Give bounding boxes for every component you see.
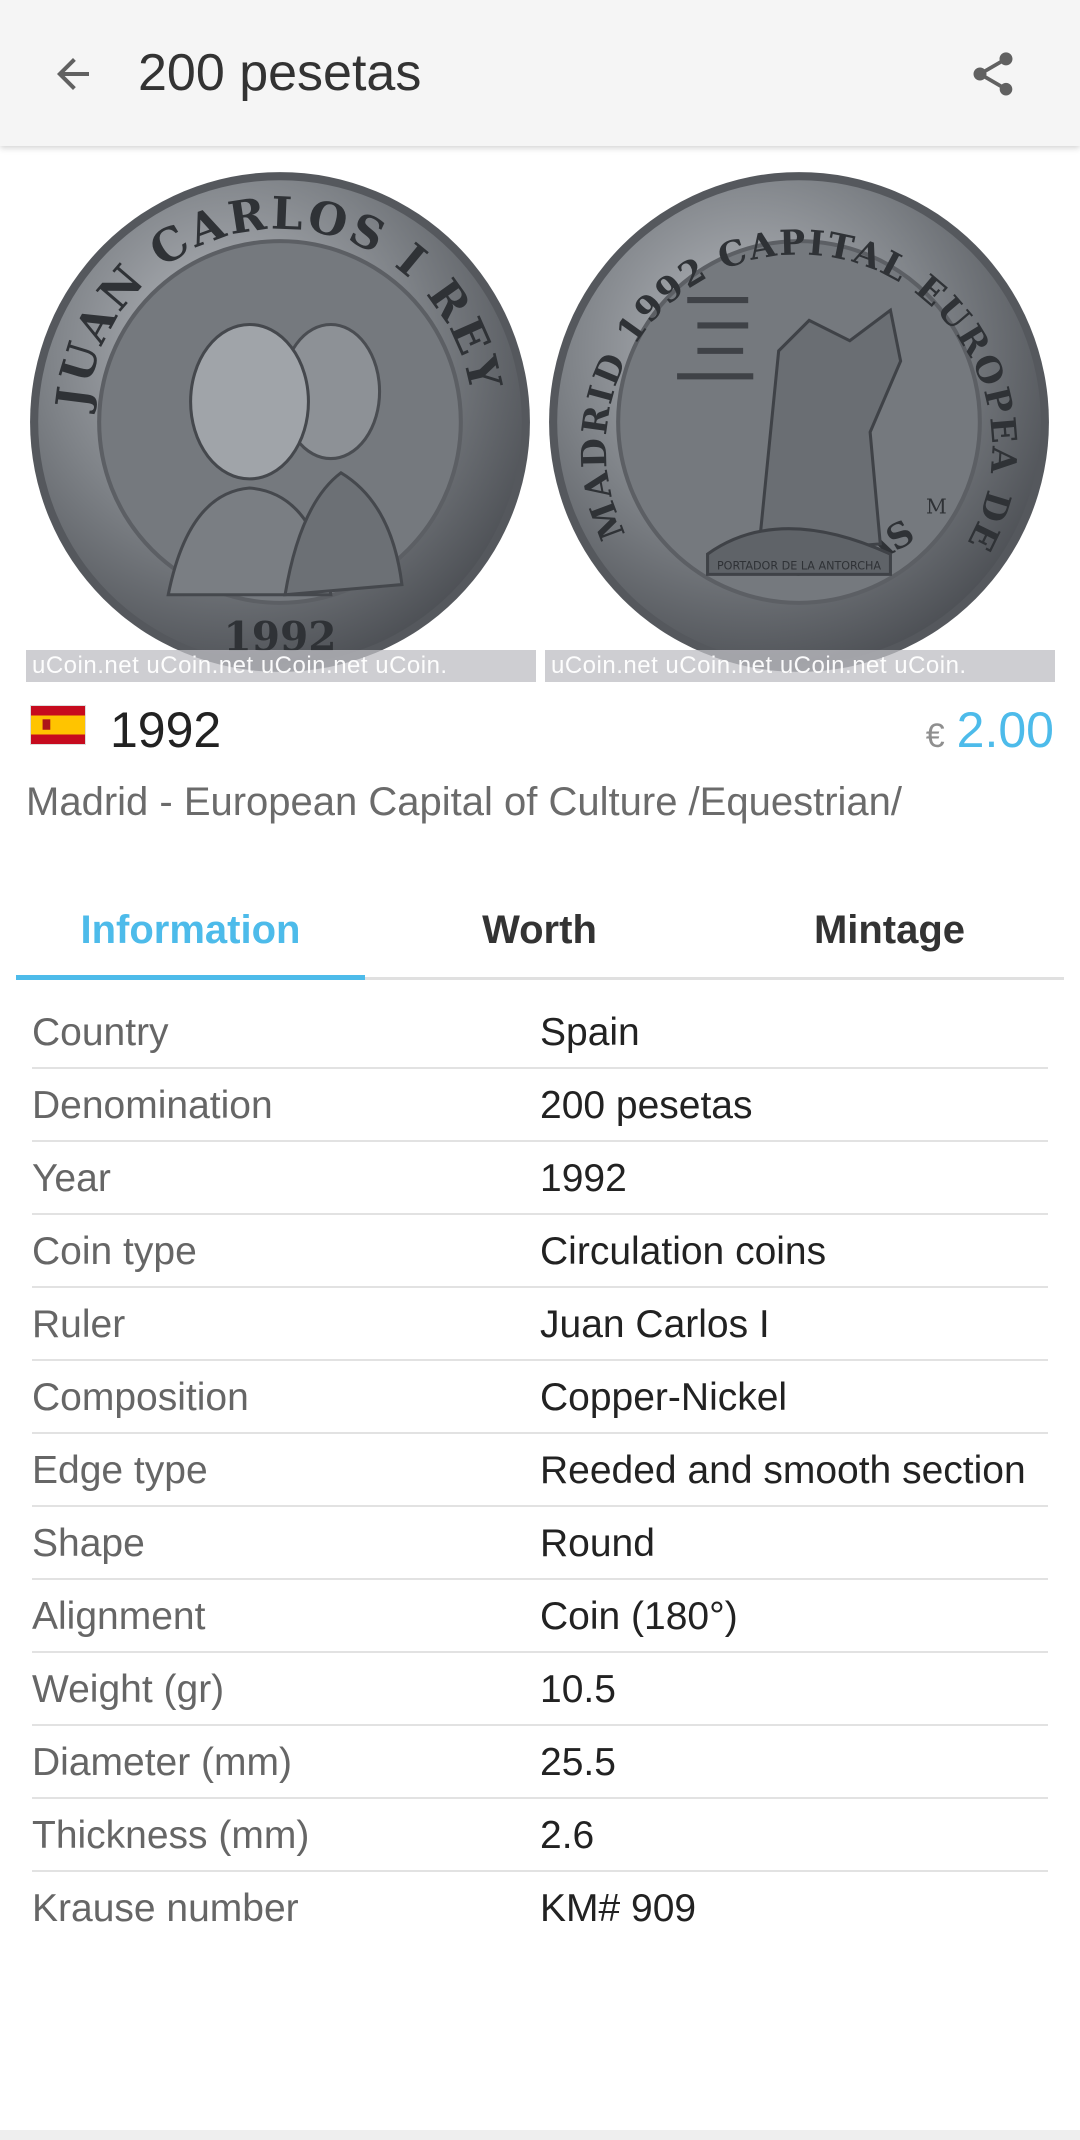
coin-year: 1992 <box>110 702 222 758</box>
coin-reverse-image[interactable]: MADRID 1992 CAPITAL EUROPEA DE LA CULTUR… <box>545 168 1055 682</box>
row-value: Copper-Nickel <box>540 1376 788 1419</box>
table-row-edge-type: Edge type Reeded and smooth section <box>32 1434 1048 1507</box>
share-button[interactable] <box>956 37 1030 111</box>
coin-price: € 2.00 <box>926 700 1054 766</box>
row-value: Circulation coins <box>540 1230 827 1273</box>
table-row-krause-number: Krause number KM# 909 <box>32 1872 1048 1945</box>
table-row-thickness: Thickness (mm) 2.6 <box>32 1799 1048 1872</box>
row-key: Shape <box>32 1522 145 1565</box>
coin-obverse-illustration: JUAN CARLOS I REY DE ESPAÑA 1992 <box>26 168 530 672</box>
row-key: Alignment <box>32 1595 206 1638</box>
watermark-reverse: uCoin.net uCoin.net uCoin.net uCoin. <box>545 650 1055 682</box>
table-row-denomination: Denomination 200 pesetas <box>32 1069 1048 1142</box>
row-key: Ruler <box>32 1303 126 1346</box>
tab-worth[interactable]: Worth <box>365 880 714 980</box>
bottom-edge <box>0 2130 1080 2140</box>
svg-text:PORTADOR DE LA ANTORCHA: PORTADOR DE LA ANTORCHA <box>717 559 881 572</box>
svg-text:M: M <box>926 494 947 518</box>
row-key: Weight (gr) <box>32 1668 225 1711</box>
row-value: 1992 <box>540 1157 627 1200</box>
share-icon <box>973 52 1013 96</box>
table-row-coin-type: Coin type Circulation coins <box>32 1215 1048 1288</box>
row-value: Coin (180°) <box>540 1595 738 1638</box>
row-value: Reeded and smooth section <box>540 1449 1026 1492</box>
row-key: Denomination <box>32 1084 273 1127</box>
table-row-ruler: Ruler Juan Carlos I <box>32 1288 1048 1361</box>
coin-subtitle: Madrid - European Capital of Culture /Eq… <box>26 780 903 824</box>
row-key: Composition <box>32 1376 249 1419</box>
row-key: Country <box>32 1011 169 1054</box>
table-row-country: Country Spain <box>32 996 1048 1069</box>
row-value: Spain <box>540 1011 640 1054</box>
row-value: 2.6 <box>540 1814 595 1857</box>
table-row-shape: Shape Round <box>32 1507 1048 1580</box>
coin-obverse-image[interactable]: JUAN CARLOS I REY DE ESPAÑA 1992 uCoin.n… <box>26 168 536 682</box>
table-row-composition: Composition Copper-Nickel <box>32 1361 1048 1434</box>
spain-flag-icon <box>30 705 86 745</box>
coin-reverse-illustration: MADRID 1992 CAPITAL EUROPEA DE LA CULTUR… <box>545 168 1049 672</box>
coin-images: JUAN CARLOS I REY DE ESPAÑA 1992 uCoin.n… <box>0 160 1080 682</box>
tab-bar: Information Worth Mintage <box>16 880 1064 980</box>
row-value: Juan Carlos I <box>540 1303 770 1346</box>
price-value: 2.00 <box>956 702 1054 758</box>
back-button[interactable] <box>36 37 110 111</box>
row-key: Edge type <box>32 1449 208 1492</box>
row-key: Coin type <box>32 1230 197 1273</box>
row-key: Thickness (mm) <box>32 1814 310 1857</box>
currency-symbol: € <box>925 717 945 755</box>
table-row-diameter: Diameter (mm) 25.5 <box>32 1726 1048 1799</box>
row-value: Round <box>540 1522 655 1565</box>
row-value: 10.5 <box>540 1668 616 1711</box>
row-value: 25.5 <box>540 1741 616 1784</box>
tab-mintage[interactable]: Mintage <box>715 880 1064 980</box>
row-value: KM# 909 <box>540 1887 697 1930</box>
page-title: 200 pesetas <box>138 44 422 102</box>
info-table: Country Spain Denomination 200 pesetas Yea… <box>32 996 1048 1945</box>
row-value: 200 pesetas <box>540 1084 753 1127</box>
watermark-obverse: uCoin.net uCoin.net uCoin.net uCoin. <box>26 650 536 682</box>
row-key: Diameter (mm) <box>32 1741 292 1784</box>
tab-information[interactable]: Information <box>16 880 365 980</box>
table-row-year: Year 1992 <box>32 1142 1048 1215</box>
row-key: Krause number <box>32 1887 299 1930</box>
table-row-weight: Weight (gr) 10.5 <box>32 1653 1048 1726</box>
row-key: Year <box>32 1157 111 1200</box>
app-bar: 200 pesetas <box>0 0 1080 146</box>
tab-indicator <box>16 975 365 980</box>
table-row-alignment: Alignment Coin (180°) <box>32 1580 1048 1653</box>
arrow-left-icon <box>57 58 89 90</box>
coin-detail-screen: 200 pesetas JUAN CARLOS I REY 1992 uCoin… <box>0 0 1080 2140</box>
